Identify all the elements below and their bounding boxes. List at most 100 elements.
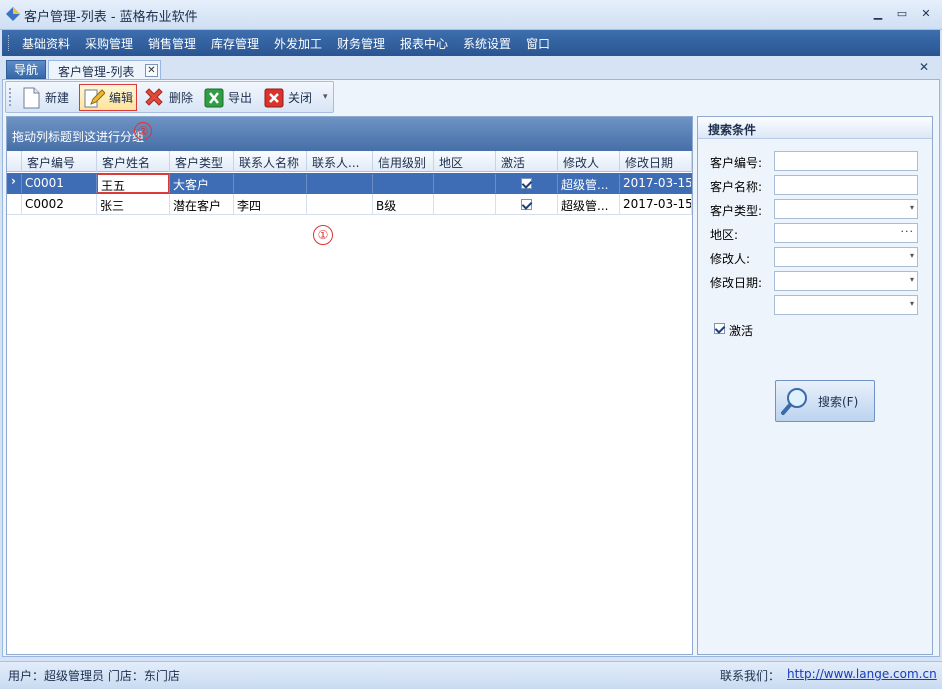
- customer-type-select[interactable]: ▾: [774, 199, 918, 219]
- table-row[interactable]: C0002 张三 潜在客户 李四 B级 超级管... 2017-03-15: [7, 194, 692, 215]
- cell-date[interactable]: 2017-03-15: [620, 194, 692, 215]
- grid-header: 客户编号 客户姓名 客户类型 联系人名称 联系人... 信用级别 地区 激活 修…: [7, 151, 692, 172]
- toolbar-overflow-icon[interactable]: ▾: [323, 92, 328, 102]
- cell-region[interactable]: [434, 173, 496, 194]
- window-title: 客户管理-列表 - 蓝格布业软件: [24, 10, 198, 25]
- active-filter-checkbox[interactable]: [714, 323, 725, 337]
- menu-purchasing[interactable]: 采购管理: [85, 35, 133, 52]
- cell-active[interactable]: [496, 194, 558, 215]
- cell-modifier[interactable]: 超级管...: [558, 173, 620, 194]
- delete-button[interactable]: 删除: [140, 84, 196, 111]
- active-checkbox[interactable]: [521, 199, 532, 210]
- close-red-icon: [264, 88, 284, 107]
- cell-credit[interactable]: [373, 173, 434, 194]
- close-document-icon[interactable]: ✕: [919, 60, 929, 74]
- group-by-panel[interactable]: 拖动列标题到这进行分组 ②: [7, 117, 692, 151]
- dropdown-arrow-icon[interactable]: ▾: [910, 251, 914, 260]
- menu-bar: 基础资料 采购管理 销售管理 库存管理 外发加工 财务管理 报表中心 系统设置 …: [2, 30, 940, 56]
- label-modify-date: 修改日期:: [710, 276, 763, 290]
- active-checkbox[interactable]: [521, 178, 532, 189]
- status-bar: 用户：超级管理员 门店：东门店 联系我们： http://www.lange.c…: [0, 661, 942, 689]
- modifier-select[interactable]: ▾: [774, 247, 918, 267]
- dropdown-arrow-icon[interactable]: ▾: [910, 275, 914, 284]
- maximize-button[interactable]: ▭: [894, 6, 910, 22]
- status-contact-label: 联系我们：: [720, 669, 781, 683]
- new-document-icon: [23, 87, 40, 108]
- menu-window[interactable]: 窗口: [526, 35, 550, 52]
- delete-x-icon: [145, 87, 163, 106]
- active-filter-label: 激活: [729, 324, 754, 338]
- column-header-region[interactable]: 地区: [434, 151, 496, 172]
- column-header-credit[interactable]: 信用级别: [373, 151, 434, 172]
- app-logo-icon: [6, 7, 20, 21]
- website-link[interactable]: http://www.lange.com.cn: [787, 667, 937, 681]
- search-button-label: 搜索(F): [818, 394, 859, 409]
- menu-basic-data[interactable]: 基础资料: [22, 35, 70, 52]
- modify-date-to[interactable]: ▾: [774, 295, 918, 315]
- cell-contact2[interactable]: [307, 173, 373, 194]
- menu-inventory[interactable]: 库存管理: [211, 35, 259, 52]
- menu-settings[interactable]: 系统设置: [463, 35, 511, 52]
- label-modifier: 修改人:: [710, 252, 751, 266]
- dropdown-arrow-icon[interactable]: ▾: [910, 299, 914, 308]
- dropdown-arrow-icon[interactable]: ▾: [910, 203, 914, 212]
- cell-code[interactable]: C0002: [22, 194, 97, 215]
- column-header-modifier[interactable]: 修改人: [558, 151, 620, 172]
- search-button[interactable]: 搜索(F): [775, 380, 875, 422]
- search-panel-title: 搜索条件: [698, 117, 932, 139]
- edit-button[interactable]: 编辑: [79, 84, 138, 111]
- column-header-contact[interactable]: 联系人名称: [234, 151, 307, 172]
- column-header-active[interactable]: 激活: [496, 151, 558, 172]
- row-indicator-header: [7, 151, 22, 172]
- search-panel: 搜索条件 客户编号: 客户名称: 客户类型: ▾ 地区: ··· 修改人: ▾ …: [697, 116, 933, 655]
- cell-active[interactable]: [496, 173, 558, 194]
- cell-type[interactable]: 潜在客户: [170, 194, 234, 215]
- cell-credit[interactable]: B级: [373, 194, 434, 215]
- cell-contact[interactable]: [234, 173, 307, 194]
- tab-navigation[interactable]: 导航: [6, 60, 46, 79]
- cell-contact[interactable]: 李四: [234, 194, 307, 215]
- excel-icon: [204, 88, 224, 107]
- cell-code[interactable]: C0001: [22, 173, 97, 194]
- menu-sales[interactable]: 销售管理: [148, 35, 196, 52]
- modify-date-from[interactable]: ▾: [774, 271, 918, 291]
- menu-finance[interactable]: 财务管理: [337, 35, 385, 52]
- customer-code-input[interactable]: [774, 151, 918, 171]
- group-by-hint: 拖动列标题到这进行分组: [12, 130, 145, 144]
- cell-region[interactable]: [434, 194, 496, 215]
- cell-type[interactable]: 大客户: [170, 173, 234, 194]
- column-header-type[interactable]: 客户类型: [170, 151, 234, 172]
- cell-name[interactable]: 张三: [97, 194, 170, 215]
- delete-label: 删除: [169, 91, 194, 105]
- ellipsis-icon[interactable]: ···: [901, 225, 915, 238]
- title-bar: 客户管理-列表 - 蓝格布业软件 ▁ ▭ ✕: [0, 0, 942, 30]
- close-window-button[interactable]: ✕: [918, 6, 934, 22]
- label-region: 地区:: [710, 228, 739, 242]
- label-customer-name: 客户名称:: [710, 180, 763, 194]
- cell-contact2[interactable]: [307, 194, 373, 215]
- label-customer-type: 客户类型:: [710, 204, 763, 218]
- tab-customer-list[interactable]: 客户管理-列表 ✕: [48, 60, 161, 80]
- column-header-date[interactable]: 修改日期: [620, 151, 692, 172]
- column-header-contact2[interactable]: 联系人...: [307, 151, 373, 172]
- menu-outsourcing[interactable]: 外发加工: [274, 35, 322, 52]
- cell-date[interactable]: 2017-03-15: [620, 173, 692, 194]
- new-button[interactable]: 新建: [18, 84, 72, 111]
- column-header-code[interactable]: 客户编号: [22, 151, 97, 172]
- customer-name-input[interactable]: [774, 175, 918, 195]
- column-header-name[interactable]: 客户姓名: [97, 151, 170, 172]
- tab-close-icon[interactable]: ✕: [145, 64, 158, 77]
- menu-grip: [8, 35, 11, 51]
- menu-reports[interactable]: 报表中心: [400, 35, 448, 52]
- cell-name-editor[interactable]: 王五: [97, 174, 169, 193]
- cell-modifier[interactable]: 超级管...: [558, 194, 620, 215]
- minimize-button[interactable]: ▁: [870, 6, 886, 22]
- export-label: 导出: [228, 91, 253, 105]
- export-button[interactable]: 导出: [201, 84, 255, 111]
- close-label: 关闭: [288, 91, 313, 105]
- edit-label: 编辑: [109, 91, 134, 105]
- close-button[interactable]: 关闭: [261, 84, 315, 111]
- check-icon: [714, 323, 725, 334]
- row-indicator-icon: ›: [7, 173, 22, 194]
- region-picker[interactable]: ···: [774, 223, 918, 243]
